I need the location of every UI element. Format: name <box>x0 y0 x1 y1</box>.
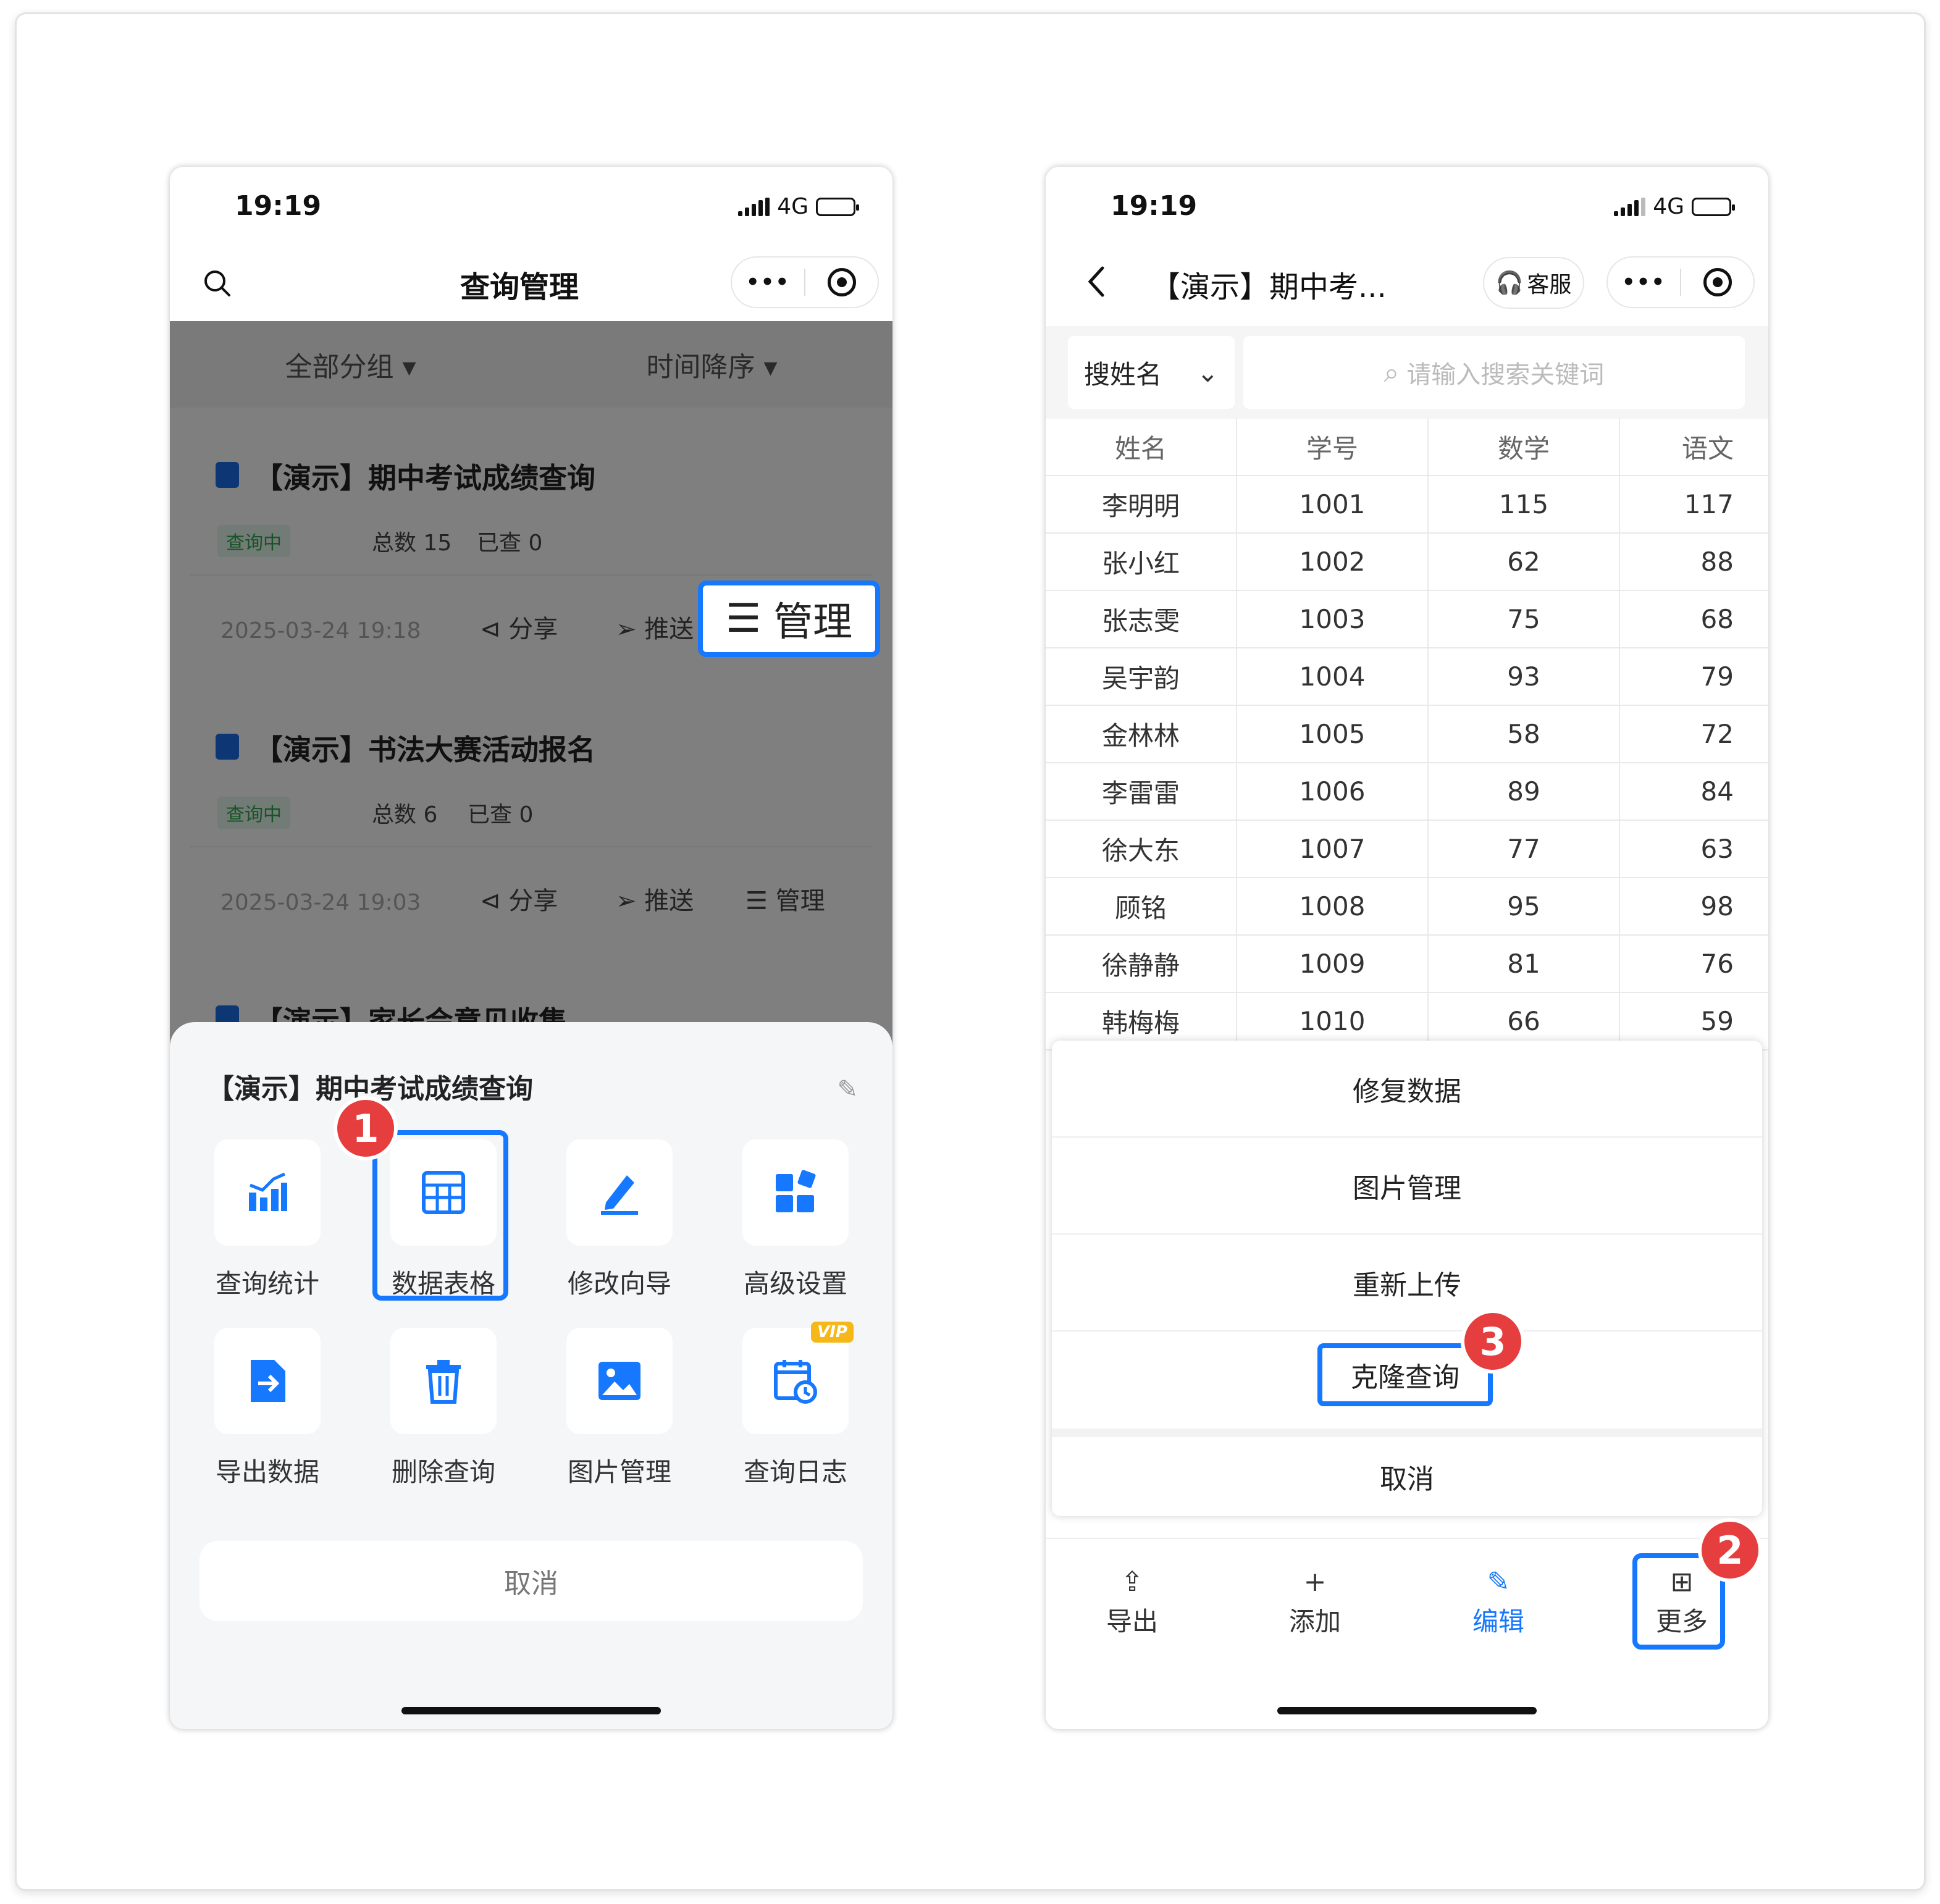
chevron-down-icon: ⌄ <box>1196 357 1219 388</box>
table-row[interactable]: 金林林 1005 58 72 <box>1046 706 1768 763</box>
cancel-button[interactable]: 取消 <box>199 1541 863 1621</box>
target-icon <box>827 268 856 296</box>
action-sheet: 【演示】期中考试成绩查询 ✎ 查询统计 数据表格 修改向导 高级设置 导出数据 … <box>170 1022 892 1729</box>
advanced-settings-item[interactable]: 高级设置 <box>734 1139 857 1301</box>
reupload-item[interactable]: 重新上传 <box>1052 1235 1762 1332</box>
data-table-highlight <box>372 1130 508 1301</box>
edit-tab[interactable]: ✎ 编辑 <box>1449 1564 1548 1638</box>
stats-item[interactable]: 查询统计 <box>206 1139 329 1301</box>
close-program-button[interactable] <box>805 258 878 307</box>
more-menu-button[interactable]: ••• <box>732 258 804 307</box>
target-icon <box>1703 268 1732 296</box>
step-marker-1: 1 <box>334 1096 398 1160</box>
widgets-icon <box>776 1170 816 1212</box>
home-indicator <box>401 1707 661 1714</box>
status-time: 19:19 <box>1111 190 1198 222</box>
network-label: 4G <box>1653 194 1684 219</box>
calendar-clock-icon <box>774 1360 817 1404</box>
search-row: 搜姓名 ⌄ ⌕ 请输入搜索关键词 <box>1046 326 1768 419</box>
back-icon[interactable] <box>1084 264 1109 299</box>
plus-icon: + <box>1303 1566 1327 1598</box>
menu-icon: ☰ <box>725 596 762 642</box>
signal-icon <box>1614 197 1646 216</box>
battery-icon <box>816 197 859 216</box>
signal-icon <box>738 197 770 216</box>
page-title: 查询管理 <box>460 270 579 304</box>
add-tab[interactable]: + 添加 <box>1266 1564 1364 1638</box>
data-table: 姓名 学号 数学 语文 李明明 1001 115 117 张小红 1002 62 88 张志雯 10… <box>1046 419 1768 1051</box>
trash-icon <box>426 1360 461 1404</box>
bar-chart-icon <box>249 1172 287 1211</box>
delete-query-item[interactable]: 删除查询 <box>382 1328 505 1489</box>
customer-service-button[interactable]: 🎧 客服 <box>1483 257 1584 309</box>
table-row[interactable]: 吴宇韵 1004 93 79 <box>1046 648 1768 706</box>
mini-program-capsule: ••• <box>731 256 879 308</box>
more-dots-icon: ••• <box>745 270 791 295</box>
image-manage-item[interactable]: 图片管理 <box>1052 1138 1762 1235</box>
vip-badge: VIP <box>811 1322 854 1343</box>
upload-icon: ⇪ <box>1120 1566 1144 1598</box>
table-row[interactable]: 李明明 1001 115 117 <box>1046 476 1768 534</box>
table-row[interactable]: 顾铭 1008 95 98 <box>1046 878 1768 936</box>
cancel-item[interactable]: 取消 <box>1052 1437 1762 1516</box>
image-icon <box>598 1362 640 1400</box>
search-icon[interactable] <box>202 268 233 299</box>
phone-right: 19:19 4G 【演示】期中考... 🎧 客服 ••• 搜姓名 ⌄ ⌕ 请输入搜索关… <box>1046 167 1768 1729</box>
table-row[interactable]: 李雷雷 1006 89 84 <box>1046 763 1768 821</box>
status-bar-right: 4G <box>738 194 859 219</box>
pencil-icon: ✎ <box>1487 1566 1510 1598</box>
export-tab[interactable]: ⇪ 导出 <box>1083 1564 1182 1638</box>
mini-program-capsule: ••• <box>1606 256 1755 308</box>
network-label: 4G <box>777 194 808 219</box>
edit-icon[interactable]: ✎ <box>837 1075 858 1104</box>
search-input[interactable]: ⌕ 请输入搜索关键词 <box>1243 336 1745 409</box>
table-header: 姓名 学号 数学 语文 <box>1046 419 1768 476</box>
pen-icon <box>601 1175 638 1215</box>
query-log-item[interactable]: VIP 查询日志 <box>734 1322 857 1489</box>
manage-button-highlight[interactable]: ☰ 管理 <box>698 581 880 657</box>
export-data-item[interactable]: 导出数据 <box>206 1328 329 1489</box>
image-manage-item[interactable]: 图片管理 <box>558 1328 681 1489</box>
page-title: 【演示】期中考... <box>1151 270 1387 304</box>
table-row[interactable]: 张小红 1002 62 88 <box>1046 534 1768 591</box>
step-marker-3: 3 <box>1461 1309 1525 1373</box>
table-row[interactable]: 徐大东 1007 77 63 <box>1046 821 1768 878</box>
table-row[interactable]: 徐静静 1009 81 76 <box>1046 936 1768 993</box>
edit-wizard-item[interactable]: 修改向导 <box>558 1139 681 1301</box>
home-indicator <box>1277 1707 1537 1714</box>
status-bar-right: 4G <box>1614 194 1735 219</box>
table-row[interactable]: 张志雯 1003 75 68 <box>1046 591 1768 648</box>
search-icon: ⌕ <box>1384 356 1400 388</box>
step-marker-2: 2 <box>1698 1518 1762 1582</box>
more-menu-button[interactable]: ••• <box>1608 258 1680 307</box>
more-dots-icon: ••• <box>1621 270 1666 295</box>
search-field-select[interactable]: 搜姓名 ⌄ <box>1068 336 1235 409</box>
repair-data-item[interactable]: 修复数据 <box>1052 1041 1762 1138</box>
close-program-button[interactable] <box>1681 258 1753 307</box>
phone-left: 19:19 4G 查询管理 ••• 全部分组 ▾ 时间降序 ▾ 【演示】期中考试… <box>170 167 892 1729</box>
headset-icon: 🎧 <box>1495 271 1524 296</box>
battery-icon <box>1692 197 1735 216</box>
more-actions-menu: 修复数据 图片管理 重新上传 取消 <box>1052 1041 1762 1516</box>
export-file-icon <box>251 1360 285 1402</box>
status-time: 19:19 <box>235 190 322 222</box>
